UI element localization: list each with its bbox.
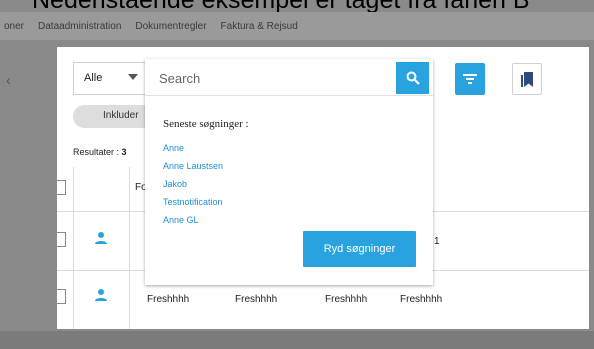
search-button[interactable] xyxy=(396,62,429,94)
row-cell: Freshhhh xyxy=(325,294,368,305)
tab-dataadministration[interactable]: Dataadministration xyxy=(38,21,121,32)
search-input[interactable] xyxy=(159,68,389,88)
scope-select[interactable]: Alle xyxy=(73,62,147,95)
recent-searches-list: Anne Anne Laustsen Jakob Testnotificatio… xyxy=(163,144,223,234)
clear-searches-button[interactable]: Ryd søgninger xyxy=(303,231,416,267)
tab-faktura-rejsud[interactable]: Faktura & Rejsud xyxy=(221,21,298,32)
row-cell: Freshhhh xyxy=(235,294,278,305)
recent-search-item[interactable]: Anne Laustsen xyxy=(163,162,223,180)
results-summary: Resultater : 3 xyxy=(73,147,127,157)
chevron-left-icon[interactable]: ‹ xyxy=(6,72,11,88)
row-cell: Freshhhh xyxy=(400,294,443,305)
row-checkbox[interactable] xyxy=(57,232,66,247)
background-content xyxy=(0,331,594,349)
results-count: 3 xyxy=(121,147,127,157)
bookmarks-button[interactable] xyxy=(512,63,542,95)
person-icon xyxy=(95,289,107,301)
tab-dokumentregler[interactable]: Dokumentregler xyxy=(135,21,206,32)
top-navigation: oner Dataadministration Dokumentregler F… xyxy=(0,12,594,40)
recent-search-item[interactable]: Testnotification xyxy=(163,198,223,216)
search-icon xyxy=(406,71,420,85)
select-all-checkbox[interactable] xyxy=(57,180,66,195)
recent-search-item[interactable]: Anne xyxy=(163,144,223,162)
results-label: Resultater : xyxy=(73,147,120,157)
recent-search-item[interactable]: Anne GL xyxy=(163,216,223,234)
filter-icon xyxy=(463,74,477,84)
person-icon xyxy=(95,232,107,244)
search-bar xyxy=(145,59,433,96)
bookmark-icon xyxy=(521,71,533,87)
row-checkbox[interactable] xyxy=(57,289,66,304)
row-cell: 1 xyxy=(434,236,440,247)
recent-search-item[interactable]: Jakob xyxy=(163,180,223,198)
scope-select-value: Alle xyxy=(84,72,103,84)
caret-down-icon xyxy=(128,74,138,80)
row-cell: Freshhhh xyxy=(147,294,190,305)
recent-searches-title: Seneste søgninger : xyxy=(163,118,249,130)
filter-button[interactable] xyxy=(455,63,485,95)
tab-oner[interactable]: oner xyxy=(4,21,24,32)
search-dropdown: Seneste søgninger : Anne Anne Laustsen J… xyxy=(145,59,433,285)
